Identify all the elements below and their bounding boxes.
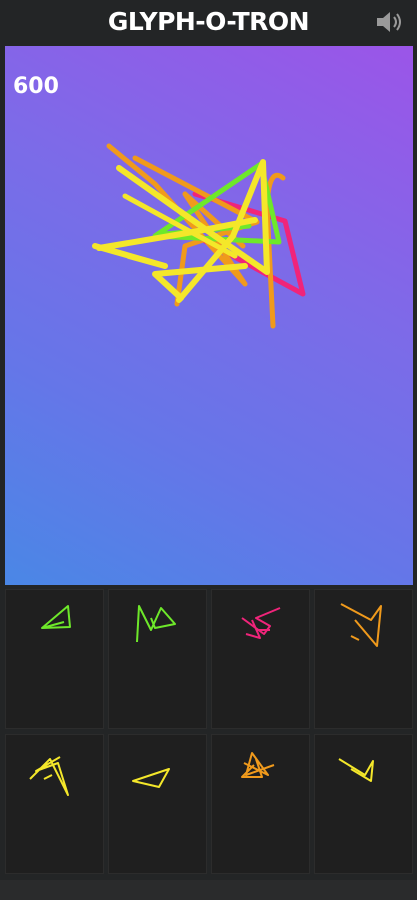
speaker-icon[interactable] <box>375 10 405 34</box>
glyph-tile-7[interactable] <box>211 734 310 874</box>
glyph-tile-6[interactable] <box>108 734 207 874</box>
glyph-scribble-drawing <box>92 143 306 329</box>
glyph-grid <box>5 589 413 874</box>
glyph-tile-4[interactable] <box>314 589 413 729</box>
glyph-tile-1[interactable] <box>5 589 104 729</box>
glyph-tile-3[interactable] <box>211 589 310 729</box>
app-title: GLYPH-O-TRON <box>107 7 310 36</box>
glyph-tile-5[interactable] <box>5 734 104 874</box>
glyph-tile-8[interactable] <box>314 734 413 874</box>
app-header: GLYPH-O-TRON <box>0 0 417 44</box>
footer-bar <box>0 880 417 900</box>
glyph-tile-2[interactable] <box>108 589 207 729</box>
drawing-canvas[interactable]: 600 <box>5 46 413 585</box>
